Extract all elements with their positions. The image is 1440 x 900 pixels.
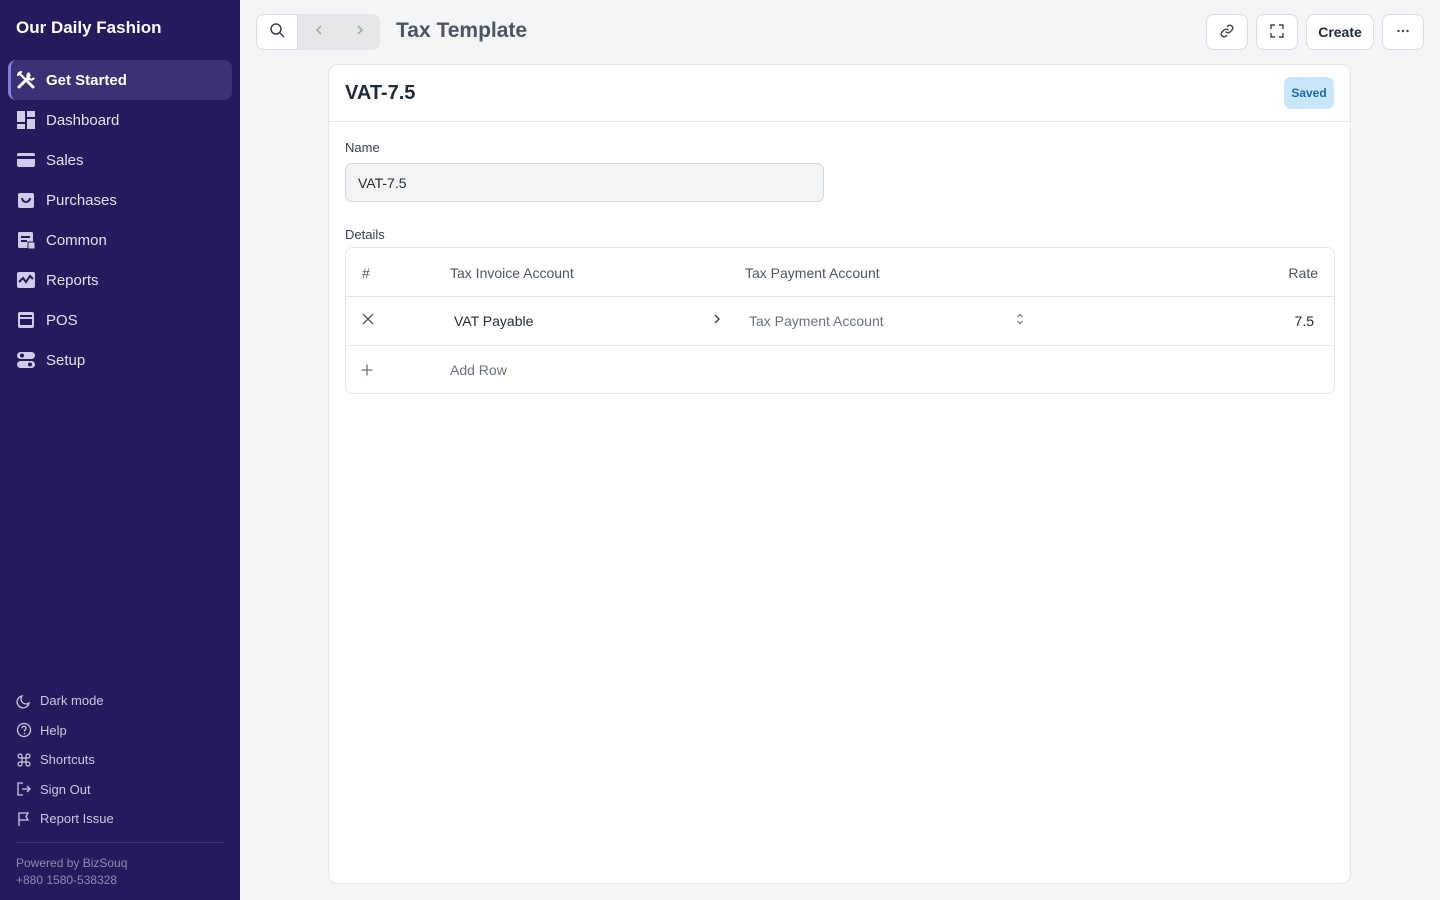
- close-icon: [361, 312, 375, 331]
- search-icon: [269, 22, 285, 43]
- bottom-link-label: Sign Out: [40, 781, 91, 797]
- details-table: # Tax Invoice Account Tax Payment Accoun…: [345, 247, 1335, 394]
- document-card: VAT-7.5 Saved Name Details # Tax Invoice…: [328, 64, 1351, 884]
- tools-icon: [16, 70, 36, 90]
- sidebar-item-label: Dashboard: [46, 111, 120, 129]
- powered-by-text: Powered by BizSouq: [16, 856, 128, 870]
- support-phone: +880 1580-538328: [16, 873, 118, 887]
- sidebar: Our Daily Fashion Get Started Dashboard …: [0, 0, 240, 900]
- status-badge: Saved: [1284, 77, 1334, 109]
- purchases-icon: [16, 190, 36, 210]
- sidebar-item-reports[interactable]: Reports: [8, 260, 232, 300]
- sign-out-icon: [16, 781, 32, 797]
- chevron-left-icon: [313, 23, 325, 41]
- select-toggle[interactable]: [1013, 312, 1027, 331]
- add-row-label[interactable]: Add Row: [450, 362, 507, 378]
- copy-link-button[interactable]: [1206, 14, 1248, 50]
- delete-row-button[interactable]: [360, 313, 376, 329]
- toolbar-actions: Create: [1206, 14, 1424, 50]
- sidebar-item-setup[interactable]: Setup: [8, 340, 232, 380]
- ellipsis-icon: [1395, 23, 1411, 42]
- fullscreen-button[interactable]: [1256, 14, 1298, 50]
- chevron-right-icon: [354, 23, 366, 41]
- sidebar-item-common[interactable]: Common: [8, 220, 232, 260]
- sidebar-bottom-links: Dark mode Help Shortcuts Sign Out Report…: [16, 686, 226, 834]
- bottom-link-label: Help: [40, 722, 67, 738]
- open-link-button[interactable]: [710, 314, 724, 328]
- sidebar-item-label: Reports: [46, 271, 99, 289]
- rate-field[interactable]: 7.5: [1295, 313, 1314, 329]
- sidebar-item-label: Sales: [46, 151, 84, 169]
- sidebar-item-purchases[interactable]: Purchases: [8, 180, 232, 220]
- reports-icon: [16, 270, 36, 290]
- chevron-up-down-icon: [1015, 312, 1025, 331]
- bottom-link-label: Report Issue: [40, 811, 114, 827]
- column-header-rate: Rate: [1288, 265, 1318, 281]
- details-label: Details: [345, 227, 385, 242]
- shortcuts-link[interactable]: Shortcuts: [16, 745, 226, 775]
- plus-icon: [359, 362, 375, 378]
- back-button[interactable]: [298, 14, 339, 50]
- create-button[interactable]: Create: [1306, 14, 1374, 50]
- sidebar-item-get-started[interactable]: Get Started: [8, 60, 232, 100]
- invoice-account-field[interactable]: VAT Payable: [454, 313, 533, 329]
- add-row[interactable]: Add Row: [346, 346, 1334, 395]
- help-link[interactable]: Help: [16, 716, 226, 746]
- sidebar-item-label: Purchases: [46, 191, 117, 209]
- toolbar-nav-group: [256, 14, 380, 50]
- search-button[interactable]: [256, 14, 298, 50]
- document-title: VAT-7.5: [345, 82, 416, 104]
- flag-icon: [16, 811, 32, 827]
- sidebar-item-label: Setup: [46, 351, 86, 369]
- bottom-link-label: Dark mode: [40, 693, 104, 709]
- sales-icon: [16, 150, 36, 170]
- sidebar-item-dashboard[interactable]: Dashboard: [8, 100, 232, 140]
- setup-icon: [16, 350, 36, 370]
- powered-by: Powered by BizSouq +880 1580-538328: [16, 855, 127, 889]
- pos-icon: [16, 310, 36, 330]
- table-row: VAT Payable Tax Payment Account 7.5: [346, 297, 1334, 346]
- topbar: Tax Template Create: [240, 0, 1440, 64]
- bottom-link-label: Shortcuts: [40, 752, 95, 768]
- sidebar-item-label: POS: [46, 311, 78, 329]
- common-icon: [16, 230, 36, 250]
- chevron-right-icon: [711, 312, 723, 330]
- expand-icon: [1269, 23, 1285, 42]
- forward-button[interactable]: [339, 14, 380, 50]
- column-header-payment-account: Tax Payment Account: [745, 265, 880, 281]
- sidebar-item-label: Get Started: [46, 71, 127, 89]
- name-label: Name: [345, 140, 380, 155]
- dashboard-icon: [16, 110, 36, 130]
- document-header: VAT-7.5 Saved: [329, 65, 1350, 122]
- help-icon: [16, 722, 32, 738]
- command-icon: [16, 752, 32, 768]
- name-input[interactable]: [345, 163, 824, 202]
- page-title: Tax Template: [396, 19, 528, 42]
- sidebar-item-pos[interactable]: POS: [8, 300, 232, 340]
- table-header-row: # Tax Invoice Account Tax Payment Accoun…: [346, 248, 1334, 297]
- report-issue-link[interactable]: Report Issue: [16, 804, 226, 834]
- column-header-index: #: [362, 265, 370, 281]
- sidebar-item-sales[interactable]: Sales: [8, 140, 232, 180]
- more-options-button[interactable]: [1382, 14, 1424, 50]
- sidebar-divider: [16, 842, 224, 843]
- sidebar-item-label: Common: [46, 231, 107, 249]
- sidebar-nav: Get Started Dashboard Sales Purchases Co…: [8, 60, 232, 380]
- moon-icon: [16, 693, 32, 709]
- sign-out-link[interactable]: Sign Out: [16, 775, 226, 805]
- brand-name: Our Daily Fashion: [16, 18, 162, 37]
- dark-mode-link[interactable]: Dark mode: [16, 686, 226, 716]
- link-icon: [1219, 23, 1235, 42]
- payment-account-field[interactable]: Tax Payment Account: [749, 313, 884, 329]
- column-header-invoice-account: Tax Invoice Account: [450, 265, 574, 281]
